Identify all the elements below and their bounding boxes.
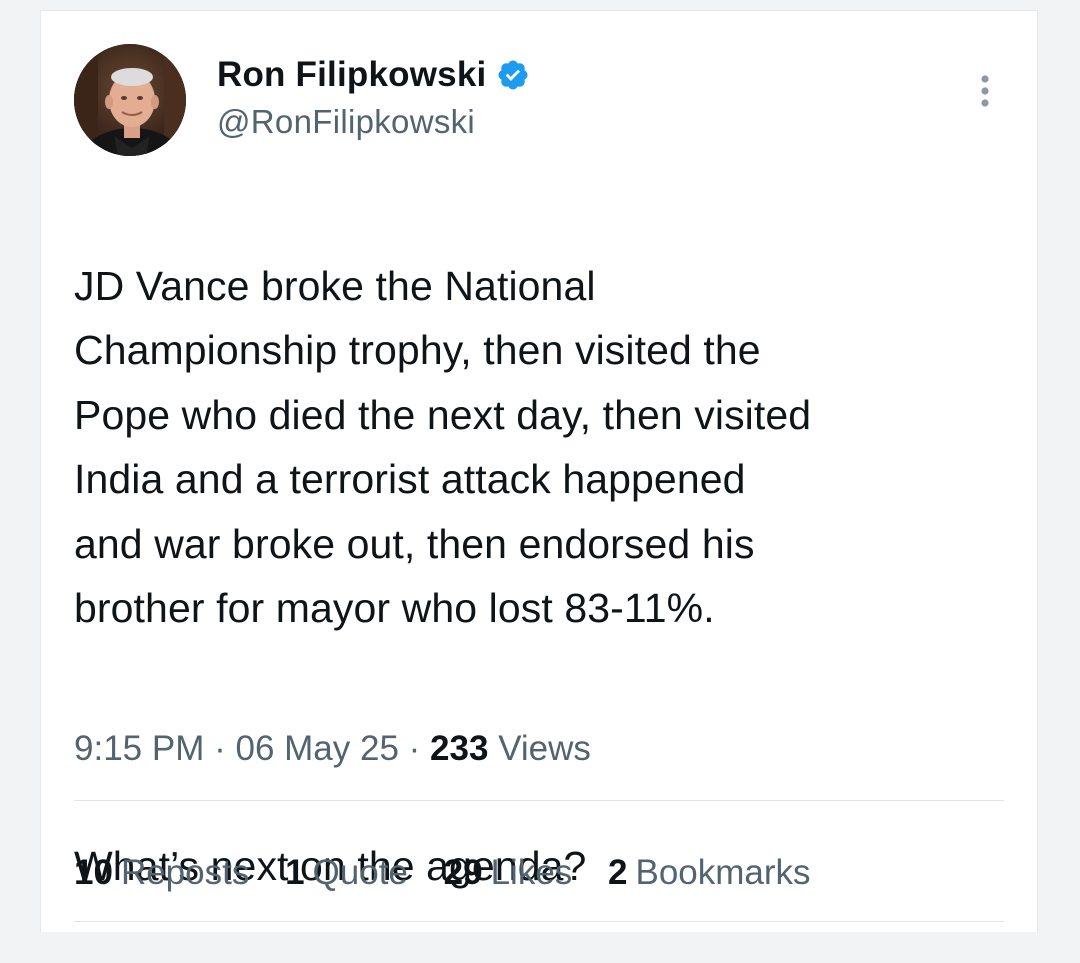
tweet-meta: 9:15 PM · 06 May 25 · 233 Views <box>74 729 591 769</box>
divider <box>74 800 1004 801</box>
quotes-label: Quote <box>312 853 408 892</box>
tweet-time[interactable]: 9:15 PM <box>74 729 204 768</box>
avatar[interactable] <box>74 44 186 156</box>
meta-separator: · <box>214 729 226 768</box>
avatar-photo <box>74 44 186 156</box>
quotes-stat[interactable]: 1 Quote <box>285 853 408 892</box>
tweet-paragraph-1: JD Vance broke the National Championship… <box>74 262 812 632</box>
more-options-icon[interactable] <box>979 71 991 111</box>
engagement-stats: 10 Reposts 1 Quote 29 Likes 2 Bookmarks <box>74 853 837 893</box>
likes-stat[interactable]: 29 Likes <box>444 853 573 892</box>
likes-count: 29 <box>443 853 483 892</box>
tweet-card: Ron Filipkowski @RonFilipkowski JD Vance… <box>40 10 1038 932</box>
bookmarks-stat[interactable]: 2 Bookmarks <box>608 853 811 892</box>
divider <box>74 921 1004 922</box>
likes-label: Likes <box>490 853 573 892</box>
bookmarks-label: Bookmarks <box>635 853 811 892</box>
author-display-name[interactable]: Ron Filipkowski <box>217 55 486 95</box>
reposts-stat[interactable]: 10 Reposts <box>74 853 249 892</box>
tweet-text: JD Vance broke the National Championship… <box>74 189 1024 963</box>
tweet-date[interactable]: 06 May 25 <box>235 729 398 768</box>
meta-separator: · <box>408 729 421 768</box>
author-handle[interactable]: @RonFilipkowski <box>217 103 475 141</box>
author-name-row: Ron Filipkowski <box>217 55 530 95</box>
verified-badge-icon[interactable] <box>496 58 530 92</box>
views-count: 233 <box>430 729 489 768</box>
reposts-label: Reposts <box>120 853 250 892</box>
quotes-count: 1 <box>285 853 305 892</box>
views-label: Views <box>498 729 591 768</box>
bookmarks-count: 2 <box>608 853 628 892</box>
reposts-count: 10 <box>74 853 113 892</box>
